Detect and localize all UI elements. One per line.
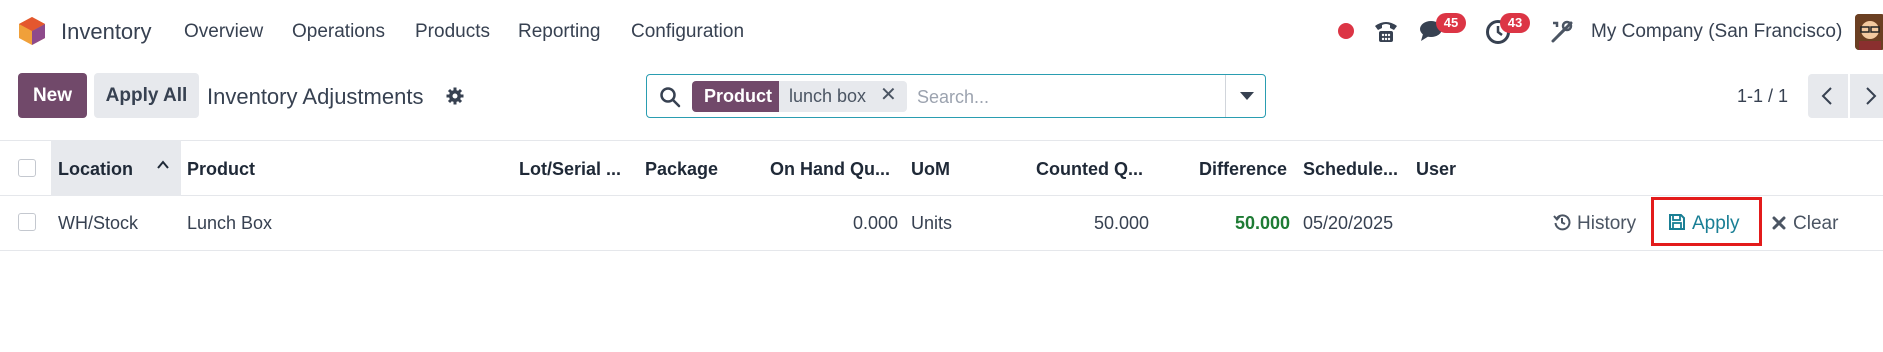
select-all-checkbox[interactable] xyxy=(18,159,36,177)
column-difference[interactable]: Difference xyxy=(1199,159,1287,180)
column-uom[interactable]: UoM xyxy=(911,159,950,180)
search-input[interactable] xyxy=(915,81,1204,114)
cell-on-hand[interactable]: 0.000 xyxy=(853,213,898,234)
column-on-hand[interactable]: On Hand Qu... xyxy=(770,159,890,180)
menu-products[interactable]: Products xyxy=(415,21,490,43)
apply-all-button[interactable]: Apply All xyxy=(94,73,199,118)
chevron-left-icon xyxy=(1821,87,1832,105)
menu-configuration[interactable]: Configuration xyxy=(631,21,744,43)
page-title: Inventory Adjustments xyxy=(207,84,424,109)
gear-icon[interactable] xyxy=(446,87,464,105)
app-logo-icon[interactable] xyxy=(18,16,46,46)
history-icon xyxy=(1553,214,1571,231)
sort-up-icon[interactable] xyxy=(157,159,169,171)
column-location[interactable]: Location xyxy=(58,159,133,180)
search-bar: Product lunch box ✕ xyxy=(646,74,1266,118)
x-icon xyxy=(1772,216,1786,230)
cell-scheduled-date[interactable]: 05/20/2025 xyxy=(1303,213,1393,234)
save-icon xyxy=(1669,214,1685,230)
apply-label: Apply xyxy=(1692,213,1740,234)
record-icon[interactable] xyxy=(1338,23,1354,39)
tools-icon[interactable] xyxy=(1549,19,1575,45)
cell-counted[interactable]: 50.000 xyxy=(1094,213,1149,234)
caret-down-icon xyxy=(1240,92,1254,100)
column-counted[interactable]: Counted Q... xyxy=(1036,159,1143,180)
column-user[interactable]: User xyxy=(1416,159,1456,180)
cell-uom[interactable]: Units xyxy=(911,213,952,234)
column-lot-serial[interactable]: Lot/Serial ... xyxy=(519,159,621,180)
clear-label: Clear xyxy=(1793,213,1839,234)
column-scheduled-date[interactable]: Schedule... xyxy=(1303,159,1398,180)
menu-operations[interactable]: Operations xyxy=(292,21,385,43)
search-icon[interactable] xyxy=(659,86,681,108)
cell-location[interactable]: WH/Stock xyxy=(58,213,138,234)
app-name[interactable]: Inventory xyxy=(61,19,152,45)
search-facet-label: Product xyxy=(692,81,785,112)
apply-button[interactable]: Apply xyxy=(1668,213,1740,235)
history-button[interactable]: History xyxy=(1553,213,1636,235)
close-icon[interactable]: ✕ xyxy=(880,82,897,107)
menu-overview[interactable]: Overview xyxy=(184,21,263,43)
history-label: History xyxy=(1577,213,1637,234)
phone-icon[interactable] xyxy=(1372,18,1400,44)
search-options-toggle[interactable] xyxy=(1225,75,1267,117)
menu-reporting[interactable]: Reporting xyxy=(518,21,600,43)
top-navbar: Inventory Overview Operations Products R… xyxy=(0,0,1883,64)
clear-button[interactable]: Clear xyxy=(1771,213,1838,235)
company-switcher[interactable]: My Company (San Francisco) xyxy=(1591,21,1842,43)
activity-badge: 43 xyxy=(1500,13,1530,33)
cell-difference: 50.000 xyxy=(1234,213,1290,233)
avatar[interactable] xyxy=(1855,14,1883,50)
column-package[interactable]: Package xyxy=(645,159,718,180)
pager-next-button[interactable] xyxy=(1850,74,1883,118)
chat-badge: 45 xyxy=(1436,13,1466,33)
row-checkbox[interactable] xyxy=(18,213,36,231)
pager-previous-button[interactable] xyxy=(1808,74,1848,118)
cell-product[interactable]: Lunch Box xyxy=(187,213,272,234)
chevron-right-icon xyxy=(1866,87,1877,105)
new-button[interactable]: New xyxy=(18,73,87,118)
column-product[interactable]: Product xyxy=(187,159,255,180)
pager-value[interactable]: 1-1 / 1 xyxy=(1737,86,1788,107)
